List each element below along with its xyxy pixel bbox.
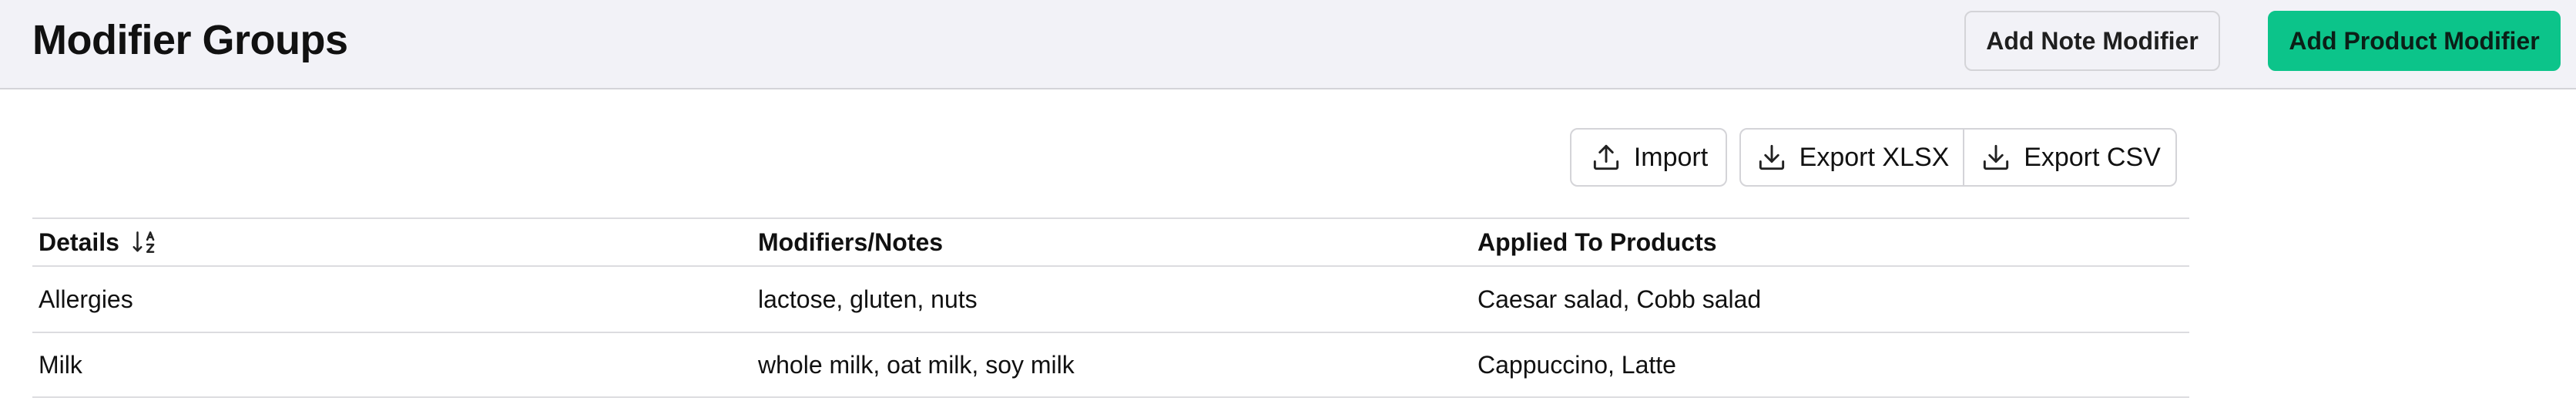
- export-csv-button[interactable]: Export CSV: [1963, 128, 2177, 187]
- row-details: Allergies: [39, 285, 133, 313]
- row-products: Caesar salad, Cobb salad: [1478, 285, 1762, 313]
- sort-alpha-icon[interactable]: [130, 228, 159, 257]
- modifier-groups-table: Details Modifiers/Notes Applied To Produ…: [32, 217, 2189, 398]
- column-header-details-label: Details: [39, 228, 119, 256]
- download-icon: [1759, 144, 1784, 170]
- row-modifiers: whole milk, oat milk, soy milk: [758, 350, 1075, 379]
- page-header: Modifier Groups Add Note Modifier Add Pr…: [0, 0, 2576, 89]
- row-products: Cappuccino, Latte: [1478, 350, 1676, 379]
- row-details: Milk: [39, 350, 82, 379]
- page-title: Modifier Groups: [32, 17, 348, 63]
- row-modifiers: lactose, gluten, nuts: [758, 285, 978, 313]
- column-header-details[interactable]: Details: [39, 219, 159, 265]
- export-csv-label: Export CSV: [2024, 142, 2161, 172]
- upload-icon: [1593, 144, 1618, 170]
- download-icon: [1984, 144, 2009, 170]
- column-header-products: Applied To Products: [1478, 228, 1717, 256]
- add-product-modifier-button[interactable]: Add Product Modifier: [2268, 11, 2561, 71]
- column-header-modifiers: Modifiers/Notes: [758, 228, 944, 256]
- export-xlsx-button[interactable]: Export XLSX: [1739, 128, 1964, 187]
- table-row[interactable]: Allergies lactose, gluten, nuts Caesar s…: [32, 265, 2189, 332]
- add-note-modifier-button[interactable]: Add Note Modifier: [1964, 11, 2220, 71]
- import-label: Import: [1633, 142, 1709, 172]
- export-xlsx-label: Export XLSX: [1799, 142, 1950, 172]
- table-header-row: Details Modifiers/Notes Applied To Produ…: [32, 217, 2189, 265]
- import-button[interactable]: Import: [1570, 128, 1727, 187]
- table-row[interactable]: Milk whole milk, oat milk, soy milk Capp…: [32, 332, 2189, 398]
